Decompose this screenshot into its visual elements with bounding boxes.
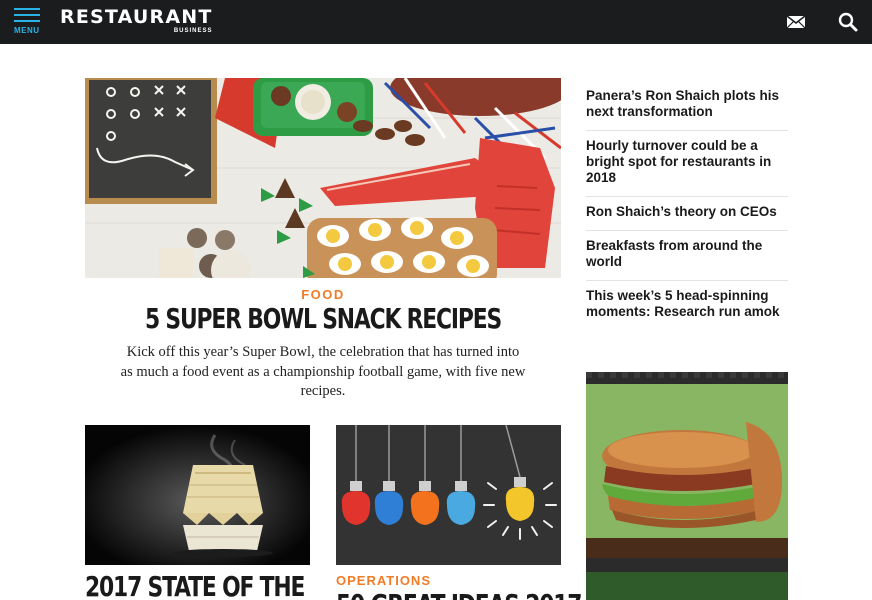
menu-icon-bar-3 xyxy=(14,20,40,22)
sandwich-advertisement[interactable] xyxy=(586,372,788,600)
takeout-container-image xyxy=(85,425,310,565)
logo-wordmark: RESTAURANT xyxy=(60,6,213,28)
card-2-image-link[interactable] xyxy=(336,425,561,565)
headline-link-5[interactable]: This week’s 5 head-spinning moments: Res… xyxy=(586,281,788,330)
headline-link-2[interactable]: Hourly turnover could be a bright spot f… xyxy=(586,131,788,197)
hero-summary: Kick off this year’s Super Bowl, the cel… xyxy=(120,344,526,399)
lightbulbs-image xyxy=(336,425,561,565)
headline-link-1[interactable]: Panera’s Ron Shaich plots his next trans… xyxy=(586,82,788,131)
search-icon xyxy=(838,12,858,32)
menu-button[interactable]: MENU xyxy=(12,8,44,36)
mail-button[interactable] xyxy=(784,10,808,34)
hero-image-link[interactable] xyxy=(85,78,561,278)
logo-subtitle: BUSINESS xyxy=(173,28,213,34)
advertisement-image xyxy=(586,372,788,600)
search-button[interactable] xyxy=(836,10,860,34)
menu-icon xyxy=(14,8,40,10)
menu-label: MENU xyxy=(14,26,40,35)
hero-category-link[interactable]: FOOD xyxy=(85,287,561,302)
trending-headlines-list: Panera’s Ron Shaich plots his next trans… xyxy=(586,82,788,330)
hero-headline[interactable]: 5 SUPER BOWL SNACK RECIPES xyxy=(137,302,508,335)
site-logo[interactable]: RESTAURANT BUSINESS xyxy=(60,6,213,35)
mail-icon xyxy=(786,15,806,29)
card-2-category-link[interactable]: OPERATIONS xyxy=(336,573,431,588)
headline-link-4[interactable]: Breakfasts from around the world xyxy=(586,231,788,281)
top-navigation-bar: MENU RESTAURANT BUSINESS xyxy=(0,0,872,44)
hero-image xyxy=(85,78,561,278)
menu-icon-bar-2 xyxy=(14,14,40,16)
card-1-headline[interactable]: 2017 STATE OF THE xyxy=(85,570,305,600)
card-2-headline[interactable]: 50 GREAT IDEAS 2017 xyxy=(336,588,583,600)
headline-link-3[interactable]: Ron Shaich’s theory on CEOs xyxy=(586,197,788,231)
card-1-image-link[interactable] xyxy=(85,425,310,565)
